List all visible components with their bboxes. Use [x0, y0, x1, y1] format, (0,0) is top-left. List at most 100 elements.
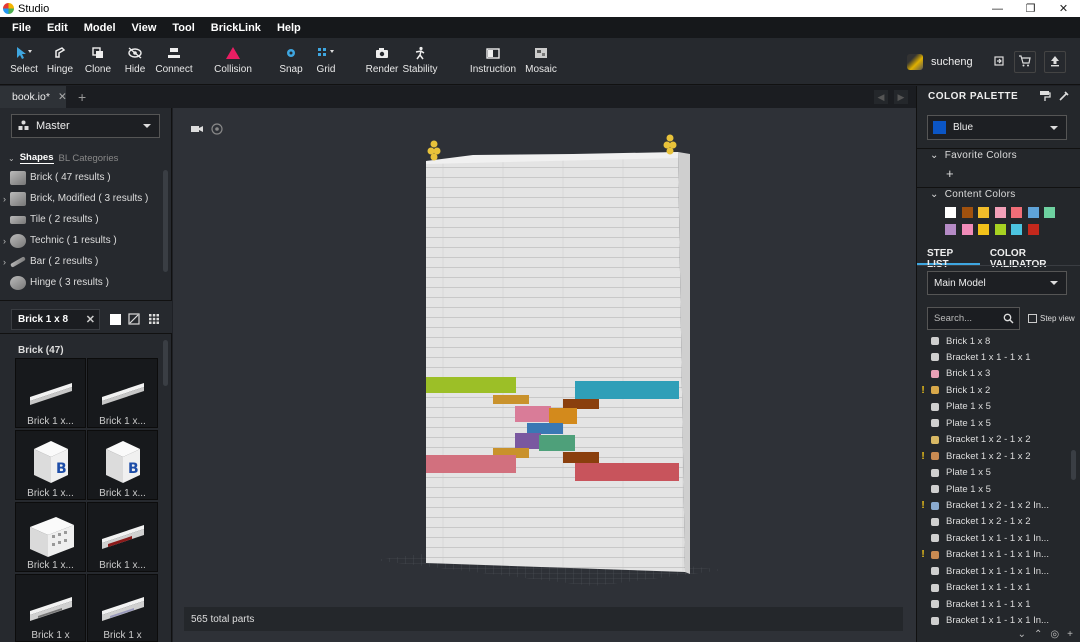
menu-file[interactable]: File	[4, 22, 39, 34]
category-hinge[interactable]: Hinge ( 3 results )	[0, 272, 162, 293]
part-card[interactable]: Brick 1 x...	[15, 358, 86, 428]
category-scrollbar[interactable]	[163, 170, 168, 272]
color-dropdown[interactable]: Blue	[927, 115, 1067, 140]
cart-button[interactable]	[1014, 51, 1036, 73]
part-card[interactable]: Brick 1 x	[15, 574, 86, 642]
color-swatch[interactable]	[1044, 207, 1055, 218]
tab-shapes[interactable]: Shapes	[19, 152, 54, 164]
add-step-icon[interactable]: +	[1067, 629, 1073, 640]
part-card[interactable]: B Brick 1 x...	[15, 430, 86, 500]
step-list-item[interactable]: Bracket 1 x 1 - 1 x 1	[917, 596, 1067, 612]
master-dropdown[interactable]: Master	[11, 114, 160, 138]
part-card[interactable]: Brick 1 x	[87, 574, 158, 642]
close-window-button[interactable]: ✕	[1047, 0, 1080, 17]
expand-icon[interactable]: ›	[0, 257, 10, 267]
login-button[interactable]	[988, 51, 1010, 73]
favorite-colors-header[interactable]: ⌄ Favorite Colors	[930, 150, 1017, 161]
category-brick[interactable]: Brick ( 47 results )	[0, 167, 162, 188]
stability-tool-button[interactable]: Stability	[394, 44, 446, 75]
clear-search-icon[interactable]: ✕	[86, 313, 95, 326]
collision-tool-button[interactable]: Collision	[207, 44, 259, 75]
menu-bricklink[interactable]: BrickLink	[203, 22, 269, 34]
expand-icon[interactable]: ›	[0, 194, 10, 204]
category-tile[interactable]: Tile ( 2 results )	[0, 209, 162, 230]
step-view-checkbox[interactable]	[1028, 314, 1037, 323]
step-list-item[interactable]: Plate 1 x 5	[917, 399, 1067, 415]
color-swatch[interactable]	[994, 207, 1006, 218]
color-swatch[interactable]	[945, 207, 956, 218]
tab-book[interactable]: book.io* ✕	[0, 86, 67, 108]
menu-model[interactable]: Model	[76, 22, 124, 34]
collapse-all-icon[interactable]: ⌄	[1018, 629, 1026, 640]
parts-scrollbar[interactable]	[163, 340, 168, 386]
model-dropdown[interactable]: Main Model	[927, 271, 1067, 295]
part-card[interactable]: Brick 1 x...	[15, 502, 86, 572]
step-list-item[interactable]: Brick 1 x 8	[917, 333, 1067, 349]
menu-view[interactable]: View	[124, 22, 165, 34]
step-list-item[interactable]: ! Bracket 1 x 1 - 1 x 1 In...	[917, 547, 1067, 563]
part-search-input[interactable]: Brick 1 x 8 ✕	[11, 309, 100, 330]
color-swatch[interactable]	[945, 224, 956, 235]
step-list-scrollbar[interactable]	[1071, 450, 1076, 480]
color-swatch[interactable]	[961, 224, 973, 235]
content-colors-header[interactable]: ⌄ Content Colors	[930, 189, 1016, 200]
close-tab-icon[interactable]: ✕	[58, 91, 67, 103]
color-swatch[interactable]	[1027, 224, 1039, 235]
grid-tool-button[interactable]: Grid	[300, 44, 352, 75]
eyedropper-icon[interactable]	[1058, 90, 1070, 105]
user-account[interactable]: sucheng	[907, 54, 973, 70]
category-technic[interactable]: › Technic ( 1 results )	[0, 230, 162, 251]
step-list-item[interactable]: Brick 1 x 3	[917, 366, 1067, 382]
grid-view-icon[interactable]	[148, 313, 160, 328]
tab-bl-categories[interactable]: BL Categories	[59, 153, 119, 164]
mosaic-tool-button[interactable]: Mosaic	[515, 44, 567, 75]
step-list-item[interactable]: ! Brick 1 x 2	[917, 382, 1067, 398]
instruction-tool-button[interactable]: Instruction	[467, 44, 519, 75]
step-list-item[interactable]: ! Bracket 1 x 2 - 1 x 2 In...	[917, 498, 1067, 514]
step-list-item[interactable]: Bracket 1 x 1 - 1 x 1	[917, 580, 1067, 596]
color-swatch[interactable]	[1011, 207, 1022, 218]
add-favorite-button[interactable]: +	[946, 166, 954, 181]
step-list-item[interactable]: Plate 1 x 5	[917, 415, 1067, 431]
upload-button[interactable]	[1044, 51, 1066, 73]
color-swatch[interactable]	[961, 207, 973, 218]
color-swatch[interactable]	[1011, 224, 1022, 235]
expand-icon[interactable]: ›	[0, 236, 10, 246]
menu-edit[interactable]: Edit	[39, 22, 76, 34]
part-card[interactable]: Brick 1 x...	[87, 502, 158, 572]
add-tab-button[interactable]: +	[78, 89, 86, 105]
book-model[interactable]	[173, 108, 916, 642]
category-brick-modified[interactable]: › Brick, Modified ( 3 results )	[0, 188, 162, 209]
category-bar[interactable]: › Bar ( 2 results )	[0, 251, 162, 272]
maximize-button[interactable]: ❐	[1014, 0, 1047, 17]
step-list-item[interactable]: Bracket 1 x 1 - 1 x 1 In...	[917, 563, 1067, 579]
expand-all-icon[interactable]: ⌃	[1034, 629, 1042, 640]
step-list-item[interactable]: Bracket 1 x 1 - 1 x 1	[917, 349, 1067, 365]
tab-prev-icon[interactable]: ◀	[874, 90, 888, 104]
step-list-item[interactable]: ! Bracket 1 x 2 - 1 x 2	[917, 448, 1067, 464]
collapse-icon[interactable]: ⌄	[8, 154, 15, 163]
search-icon[interactable]	[1003, 313, 1014, 327]
tab-color-validator[interactable]: COLOR VALIDATOR	[980, 243, 1080, 270]
color-swatch[interactable]	[994, 224, 1006, 235]
tab-next-icon[interactable]: ▶	[894, 90, 908, 104]
color-swatch[interactable]	[1027, 207, 1039, 218]
step-list-item[interactable]: Bracket 1 x 1 - 1 x 1 In...	[917, 530, 1067, 546]
step-list-item[interactable]: Plate 1 x 5	[917, 481, 1067, 497]
single-view-icon[interactable]	[110, 314, 121, 325]
visibility-icon[interactable]: ◎	[1050, 629, 1059, 640]
no-decoration-icon[interactable]	[128, 313, 140, 328]
step-search-input[interactable]: Search...	[927, 307, 1020, 330]
step-list-item[interactable]: Bracket 1 x 2 - 1 x 2	[917, 432, 1067, 448]
part-card[interactable]: B Brick 1 x...	[87, 430, 158, 500]
menu-help[interactable]: Help	[269, 22, 309, 34]
part-card[interactable]: Brick 1 x...	[87, 358, 158, 428]
paint-roller-icon[interactable]	[1039, 90, 1051, 105]
step-list-item[interactable]: Plate 1 x 5	[917, 465, 1067, 481]
connect-tool-button[interactable]: Connect	[148, 44, 200, 75]
menu-tool[interactable]: Tool	[164, 22, 202, 34]
tab-step-list[interactable]: STEP LIST	[917, 243, 980, 270]
color-swatch[interactable]	[978, 207, 989, 218]
3d-viewport[interactable]: 565 total parts	[173, 108, 916, 642]
minimize-button[interactable]: —	[981, 0, 1014, 17]
